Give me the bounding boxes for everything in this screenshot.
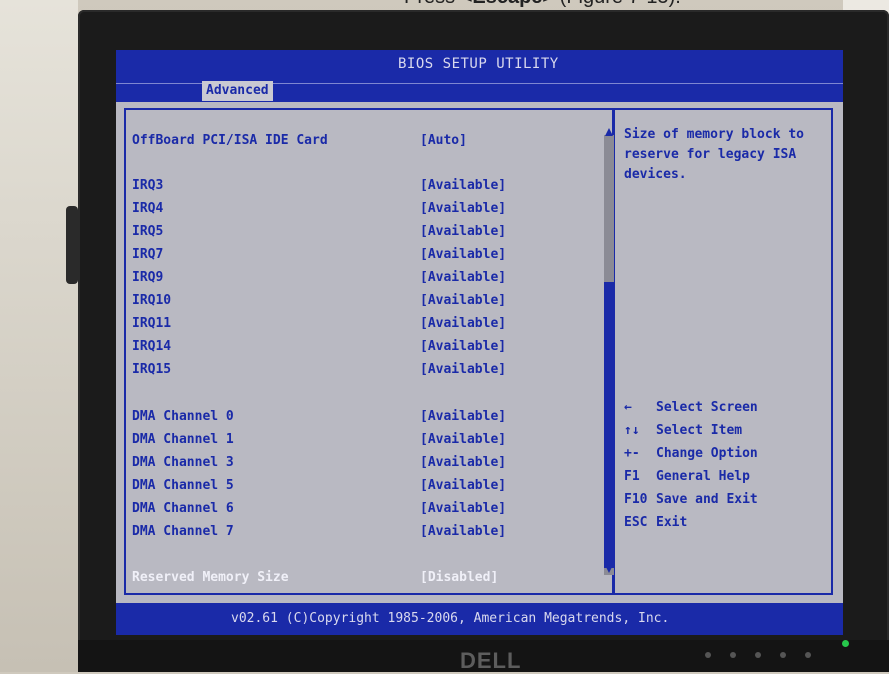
setting-label[interactable]: IRQ9 — [132, 270, 163, 285]
setting-value[interactable]: [Available] — [420, 293, 506, 308]
setting-label[interactable]: DMA Channel 5 — [132, 478, 234, 493]
setting-label[interactable]: IRQ15 — [132, 362, 171, 377]
key-name: F1 — [624, 469, 640, 484]
key-name: F10 — [624, 492, 648, 507]
setting-value[interactable]: [Available] — [420, 455, 506, 470]
key-legend-row: ESC Exit — [624, 515, 687, 530]
key-action: Select Screen — [656, 400, 758, 415]
figure-caption: Press <Escape> (Figure 7-15). — [404, 0, 681, 9]
background-wall-left — [0, 0, 78, 672]
monitor-button[interactable] — [730, 652, 736, 658]
title-bar: BIOS SETUP UTILITY — [116, 50, 843, 83]
key-legend-row: ← Select Screen — [624, 400, 758, 415]
tab-advanced[interactable]: Advanced — [202, 81, 273, 101]
key-action: Select Item — [656, 423, 743, 438]
setting-value[interactable]: [Available] — [420, 501, 506, 516]
setting-value[interactable]: [Available] — [420, 524, 506, 539]
monitor-button[interactable] — [805, 652, 811, 658]
footer-bar: v02.61 (C)Copyright 1985-2006, American … — [116, 603, 843, 635]
setting-label[interactable]: IRQ10 — [132, 293, 171, 308]
setting-value[interactable]: [Available] — [420, 339, 506, 354]
monitor-button[interactable] — [780, 652, 786, 658]
monitor-button[interactable] — [755, 652, 761, 658]
setting-value[interactable]: [Available] — [420, 178, 506, 193]
setting-value[interactable]: [Available] — [420, 409, 506, 424]
setting-value[interactable]: [Available] — [420, 478, 506, 493]
key-action: Change Option — [656, 446, 758, 461]
setting-label[interactable]: IRQ11 — [132, 316, 171, 331]
scroll-down-arrow-icon[interactable] — [605, 565, 613, 573]
key-name: +- — [624, 446, 640, 461]
setting-label[interactable]: DMA Channel 0 — [132, 409, 234, 424]
setting-label[interactable]: IRQ5 — [132, 224, 163, 239]
setting-label[interactable]: Reserved Memory Size — [132, 570, 289, 585]
setting-label[interactable]: IRQ14 — [132, 339, 171, 354]
key-name: ESC — [624, 515, 648, 530]
setting-value[interactable]: [Available] — [420, 362, 506, 377]
setting-value[interactable]: [Disabled] — [420, 570, 498, 585]
key-legend-row: +- Change Option — [624, 446, 758, 461]
setting-value[interactable]: [Available] — [420, 201, 506, 216]
key-legend-row: F10 Save and Exit — [624, 492, 758, 507]
copyright-text: v02.61 (C)Copyright 1985-2006, American … — [231, 611, 670, 626]
key-legend-row: F1 General Help — [624, 469, 750, 484]
key-action: General Help — [656, 469, 750, 484]
cable — [66, 206, 78, 284]
setting-label[interactable]: DMA Channel 6 — [132, 501, 234, 516]
key-action: Exit — [656, 515, 688, 530]
setting-label[interactable]: IRQ4 — [132, 201, 163, 216]
help-text: Size of memory block to reserve for lega… — [624, 127, 805, 182]
power-led-icon[interactable] — [842, 640, 849, 647]
key-name: ↑↓ — [624, 423, 640, 438]
setting-label[interactable]: OffBoard PCI/ISA IDE Card — [132, 133, 328, 148]
monitor-button[interactable] — [705, 652, 711, 658]
key-legend-row: ↑↓ Select Item — [624, 423, 742, 438]
setting-value[interactable]: [Available] — [420, 224, 506, 239]
scroll-up-arrow-icon[interactable] — [605, 128, 613, 136]
setting-label[interactable]: IRQ7 — [132, 247, 163, 262]
setting-value[interactable]: [Available] — [420, 432, 506, 447]
brand-logo: DELL — [460, 648, 522, 673]
setting-label[interactable]: DMA Channel 3 — [132, 455, 234, 470]
setting-label[interactable]: DMA Channel 1 — [132, 432, 234, 447]
setting-value[interactable]: [Auto] — [420, 133, 467, 148]
bios-screen: BIOS SETUP UTILITY Advanced OffBoard PCI… — [116, 50, 843, 635]
key-name: ← — [624, 400, 632, 415]
setting-value[interactable]: [Available] — [420, 270, 506, 285]
setting-label[interactable]: IRQ3 — [132, 178, 163, 193]
key-action: Save and Exit — [656, 492, 758, 507]
scrollbar-thumb[interactable] — [604, 282, 614, 568]
bios-title: BIOS SETUP UTILITY — [398, 56, 559, 72]
setting-label[interactable]: DMA Channel 7 — [132, 524, 234, 539]
setting-value[interactable]: [Available] — [420, 247, 506, 262]
setting-value[interactable]: [Available] — [420, 316, 506, 331]
